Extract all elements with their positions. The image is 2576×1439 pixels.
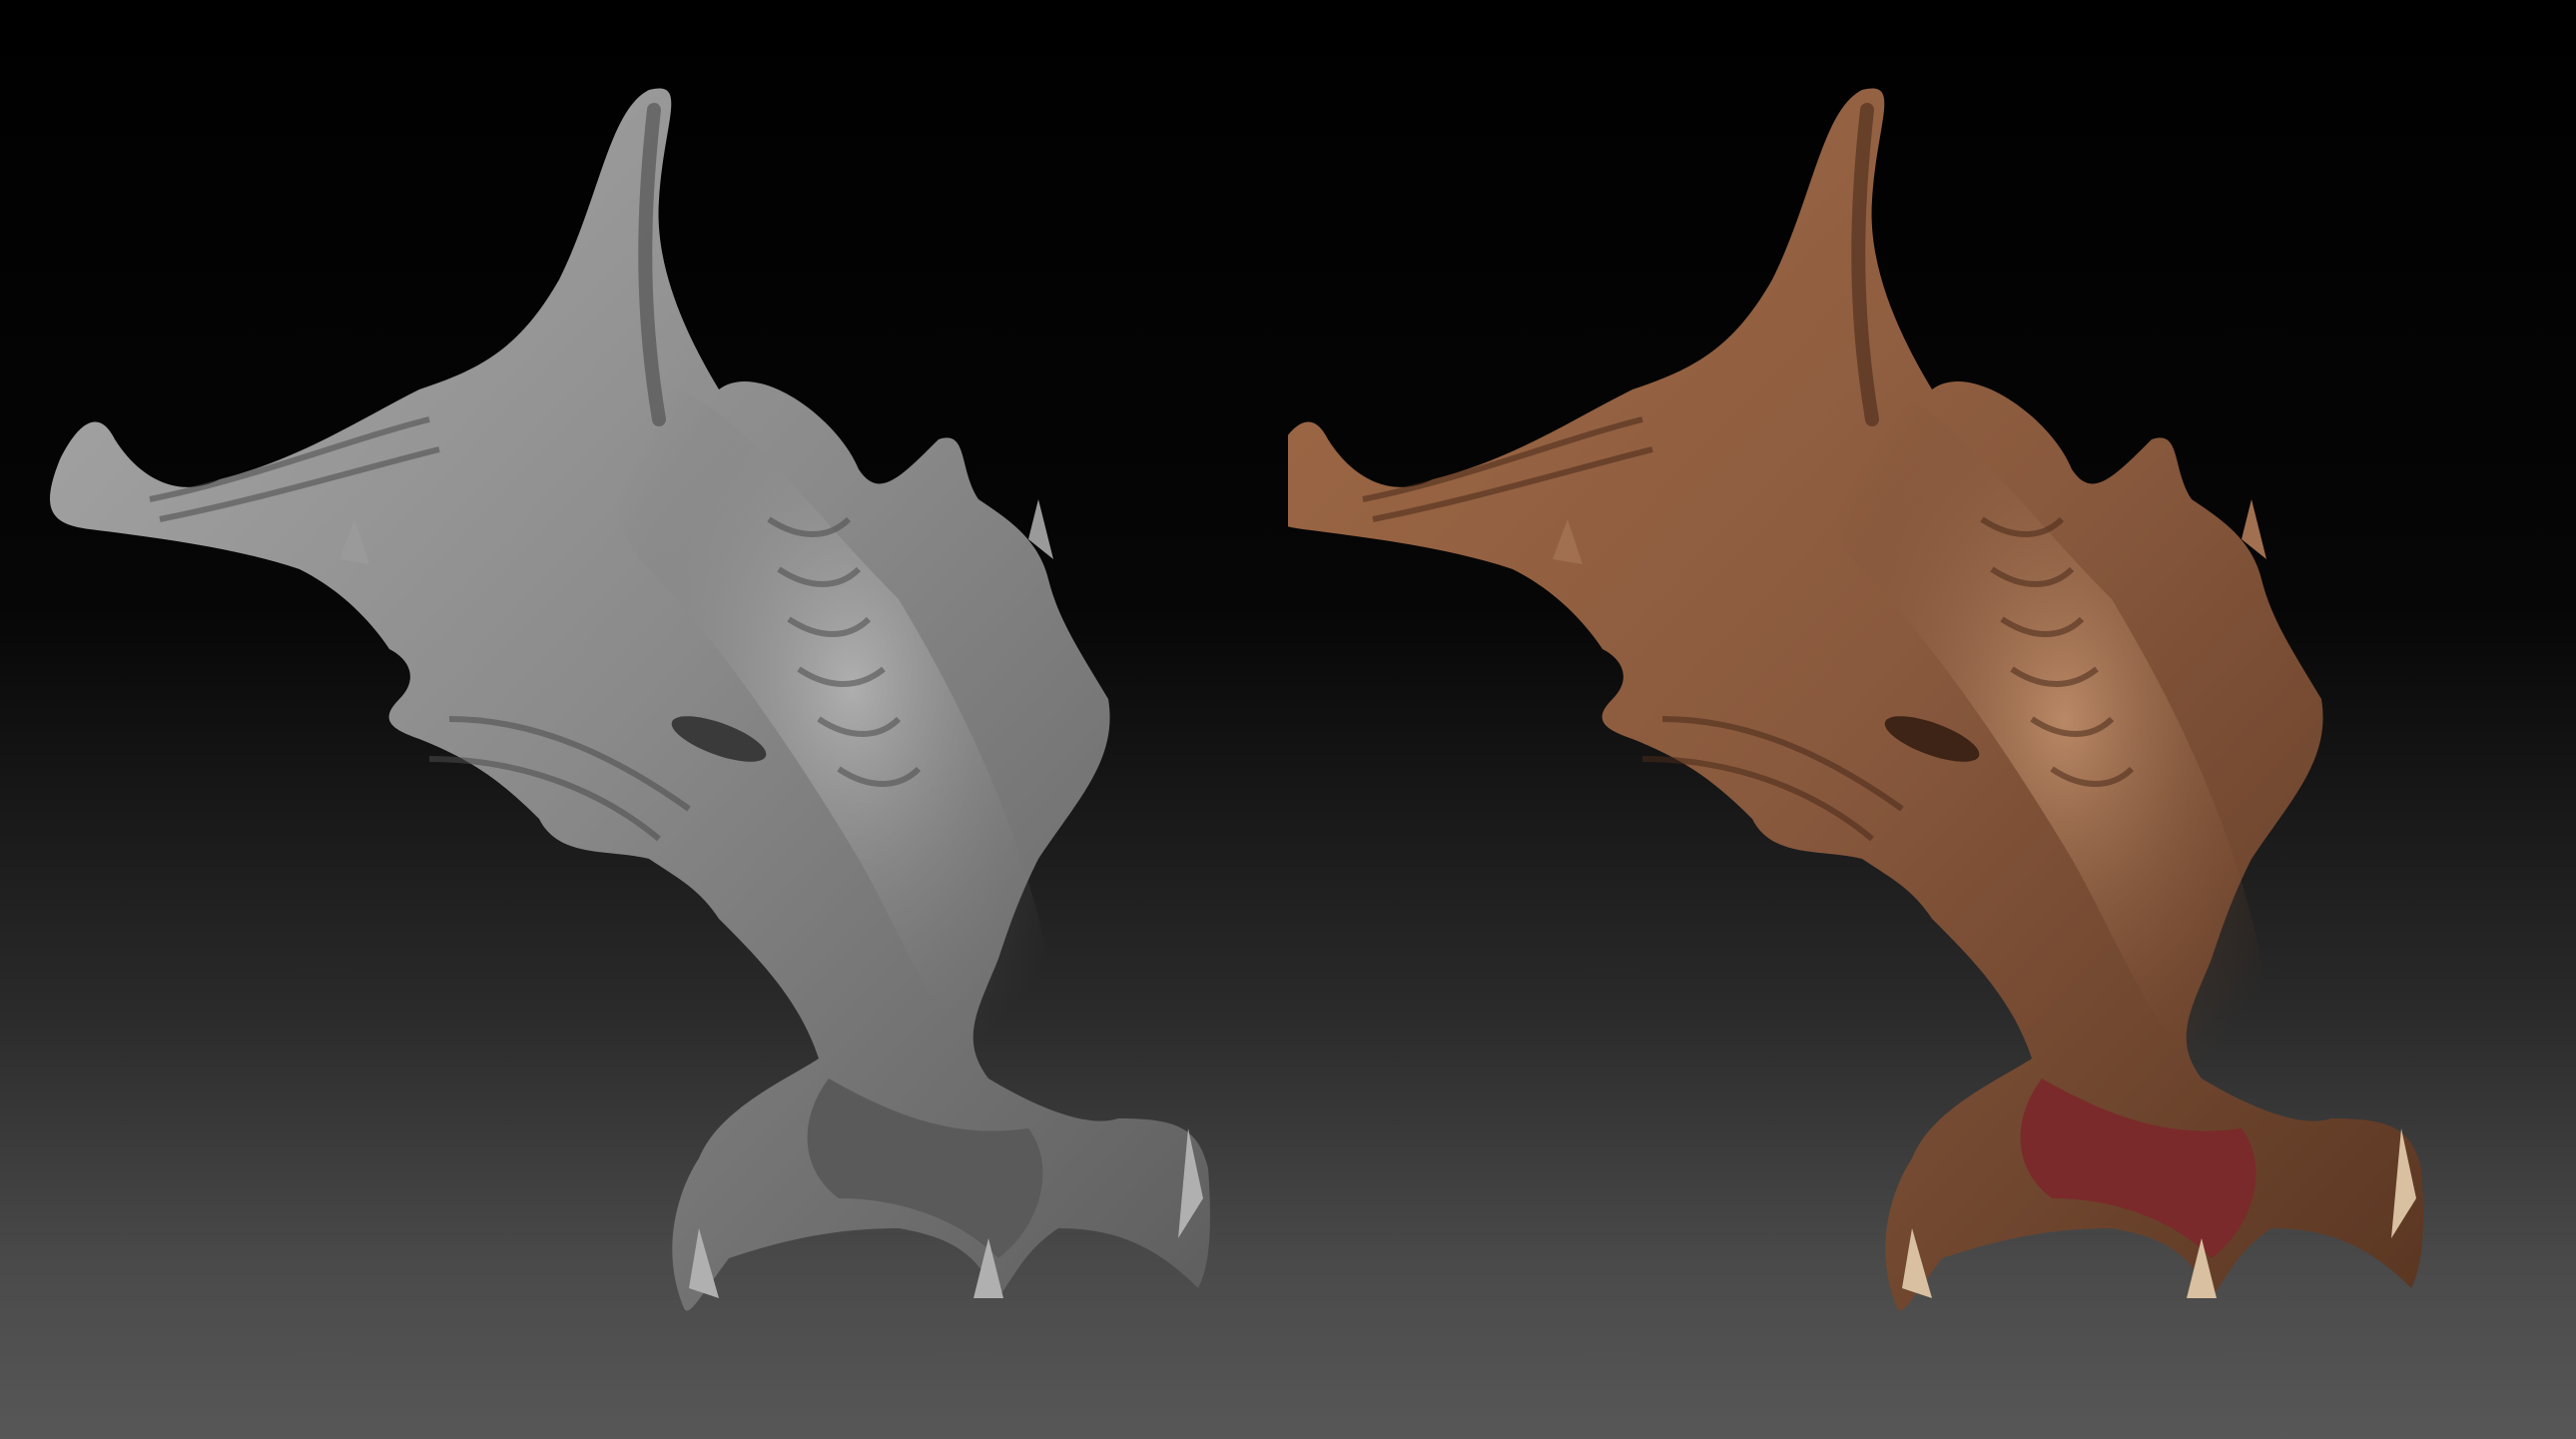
creature-sculpt-grey — [0, 0, 1288, 1439]
creature-head-grey-svg — [50, 88, 1210, 1311]
creature-head — [50, 88, 1210, 1311]
creature-head — [1288, 88, 2423, 1311]
viewport — [0, 0, 2576, 1439]
head-silhouette — [50, 88, 1210, 1311]
creature-painted — [1288, 0, 2576, 1439]
creature-head-painted-svg — [1288, 88, 2423, 1311]
